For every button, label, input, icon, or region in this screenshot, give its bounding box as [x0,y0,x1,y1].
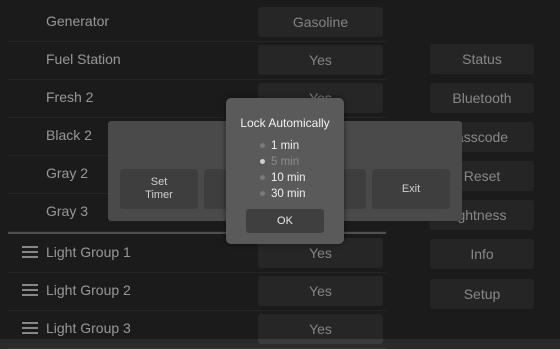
lock-option-30-min[interactable]: 30 min [260,188,306,200]
lock-option-1-min[interactable]: 1 min [260,140,299,152]
radio-icon [260,143,265,149]
exit-button[interactable]: Exit [372,169,450,209]
lock-option-5-min[interactable]: 5 min [260,156,299,168]
ok-button[interactable]: OK [246,209,324,233]
set-timer-button[interactable]: Set Timer [120,169,198,209]
lock-automatically-dialog: Lock Automically 1 min 5 min 10 min 30 m… [226,98,344,244]
radio-icon [260,175,265,181]
radio-selected-icon [260,159,265,165]
option-label: 1 min [271,140,300,152]
lock-option-10-min[interactable]: 10 min [260,172,306,184]
option-label: 5 min [271,156,300,168]
option-label: 30 min [271,188,306,200]
dialog-title: Lock Automically [240,116,330,130]
option-label: 10 min [271,172,306,184]
radio-icon [260,191,265,197]
